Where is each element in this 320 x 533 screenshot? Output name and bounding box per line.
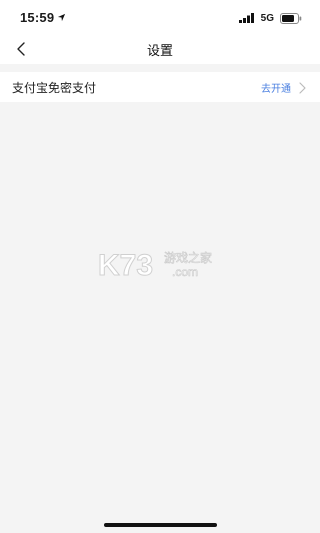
chevron-right-icon: [299, 81, 306, 94]
home-indicator[interactable]: [104, 523, 217, 527]
settings-row-action[interactable]: 去开通: [261, 80, 306, 95]
status-indicators: 5G: [238, 12, 302, 24]
svg-text:K73: K73: [98, 249, 153, 282]
activate-link[interactable]: 去开通: [261, 80, 291, 95]
status-bar: 15:59 5G: [0, 0, 320, 36]
watermark-logo: K73 游戏之家 .com: [98, 248, 228, 283]
status-time: 15:59: [20, 10, 66, 25]
svg-text:游戏之家: 游戏之家: [164, 250, 212, 265]
location-arrow-icon: [58, 13, 66, 22]
navigation-bar: 设置: [0, 36, 320, 64]
signal-icon: [238, 13, 254, 23]
k73-logo: K73 游戏之家 .com: [98, 249, 213, 283]
network-label: 5G: [260, 12, 274, 24]
status-time-text: 15:59: [20, 10, 55, 25]
settings-content: 支付宝免密支付 去开通: [0, 64, 320, 533]
settings-row-label: 支付宝免密支付: [12, 81, 97, 95]
page-title: 设置: [146, 44, 173, 59]
battery-icon: [280, 12, 302, 24]
svg-text:.com: .com: [172, 265, 198, 279]
settings-row-alipay-password-free[interactable]: 支付宝免密支付 去开通: [0, 72, 320, 102]
